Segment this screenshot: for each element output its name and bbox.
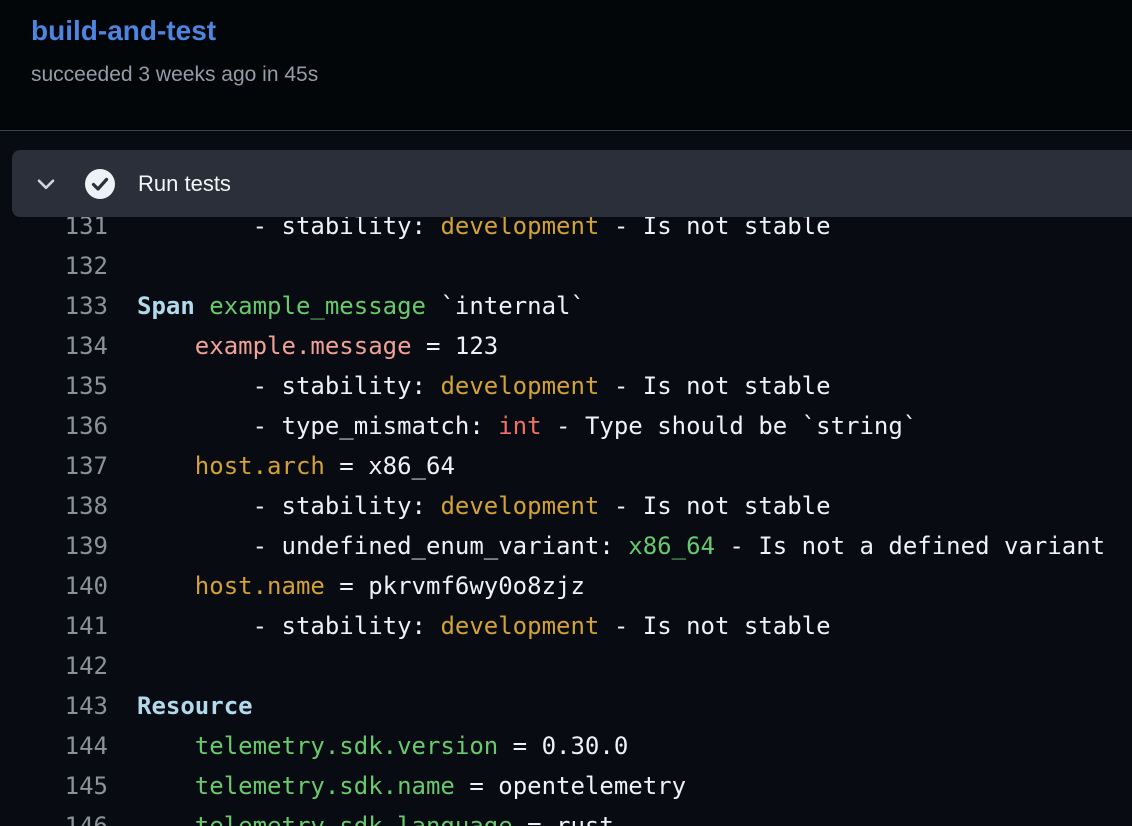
line-content: - stability: development - Is not stable [108,606,831,646]
line-content [108,646,137,686]
line-number[interactable]: 135 [0,366,108,406]
line-content [108,246,137,286]
line-number[interactable]: 132 [0,246,108,286]
chevron-down-icon[interactable] [33,171,59,197]
log-line: 140 host.name = pkrvmf6wy0o8zjz [0,566,1132,606]
line-number[interactable]: 145 [0,766,108,806]
log-lines: 131 - stability: development - Is not st… [0,206,1132,826]
log-line: 134 example.message = 123 [0,326,1132,366]
log-line: 135 - stability: development - Is not st… [0,366,1132,406]
line-content: Resource [108,686,253,726]
line-number[interactable]: 146 [0,806,108,826]
line-content: host.name = pkrvmf6wy0o8zjz [108,566,585,606]
log-line: 142 [0,646,1132,686]
line-number[interactable]: 139 [0,526,108,566]
check-circle-icon [84,168,116,200]
log-line: 139 - undefined_enum_variant: x86_64 - I… [0,526,1132,566]
log-line: 137 host.arch = x86_64 [0,446,1132,486]
line-number[interactable]: 144 [0,726,108,766]
line-content: telemetry.sdk.version = 0.30.0 [108,726,628,766]
log-viewport: 131 - stability: development - Is not st… [0,132,1132,826]
line-number[interactable]: 134 [0,326,108,366]
line-content: - stability: development - Is not stable [108,486,831,526]
line-number[interactable]: 133 [0,286,108,326]
line-number[interactable]: 143 [0,686,108,726]
line-content: - undefined_enum_variant: x86_64 - Is no… [108,526,1105,566]
line-content: host.arch = x86_64 [108,446,455,486]
line-content: telemetry.sdk.name = opentelemetry [108,766,686,806]
log-line: 136 - type_mismatch: int - Type should b… [0,406,1132,446]
log-line: 133Span example_message `internal` [0,286,1132,326]
line-content: - type_mismatch: int - Type should be `s… [108,406,917,446]
step-header[interactable]: Run tests [12,150,1132,217]
log-line: 145 telemetry.sdk.name = opentelemetry [0,766,1132,806]
line-number[interactable]: 141 [0,606,108,646]
job-status-text: succeeded 3 weeks ago in 45s [31,62,318,88]
step-name: Run tests [138,171,231,197]
job-title-link[interactable]: build-and-test [31,14,216,48]
line-content: Span example_message `internal` [108,286,585,326]
line-number[interactable]: 142 [0,646,108,686]
line-content: - stability: development - Is not stable [108,366,831,406]
log-line: 132 [0,246,1132,286]
log-line: 144 telemetry.sdk.version = 0.30.0 [0,726,1132,766]
log-line: 141 - stability: development - Is not st… [0,606,1132,646]
line-number[interactable]: 136 [0,406,108,446]
log-line: 146 telemetry.sdk.language = rust [0,806,1132,826]
line-content: example.message = 123 [108,326,498,366]
log-line: 143Resource [0,686,1132,726]
job-header: build-and-test succeeded 3 weeks ago in … [0,0,1132,131]
line-number[interactable]: 140 [0,566,108,606]
line-number[interactable]: 137 [0,446,108,486]
line-content: telemetry.sdk.language = rust [108,806,614,826]
log-line: 138 - stability: development - Is not st… [0,486,1132,526]
line-number[interactable]: 138 [0,486,108,526]
